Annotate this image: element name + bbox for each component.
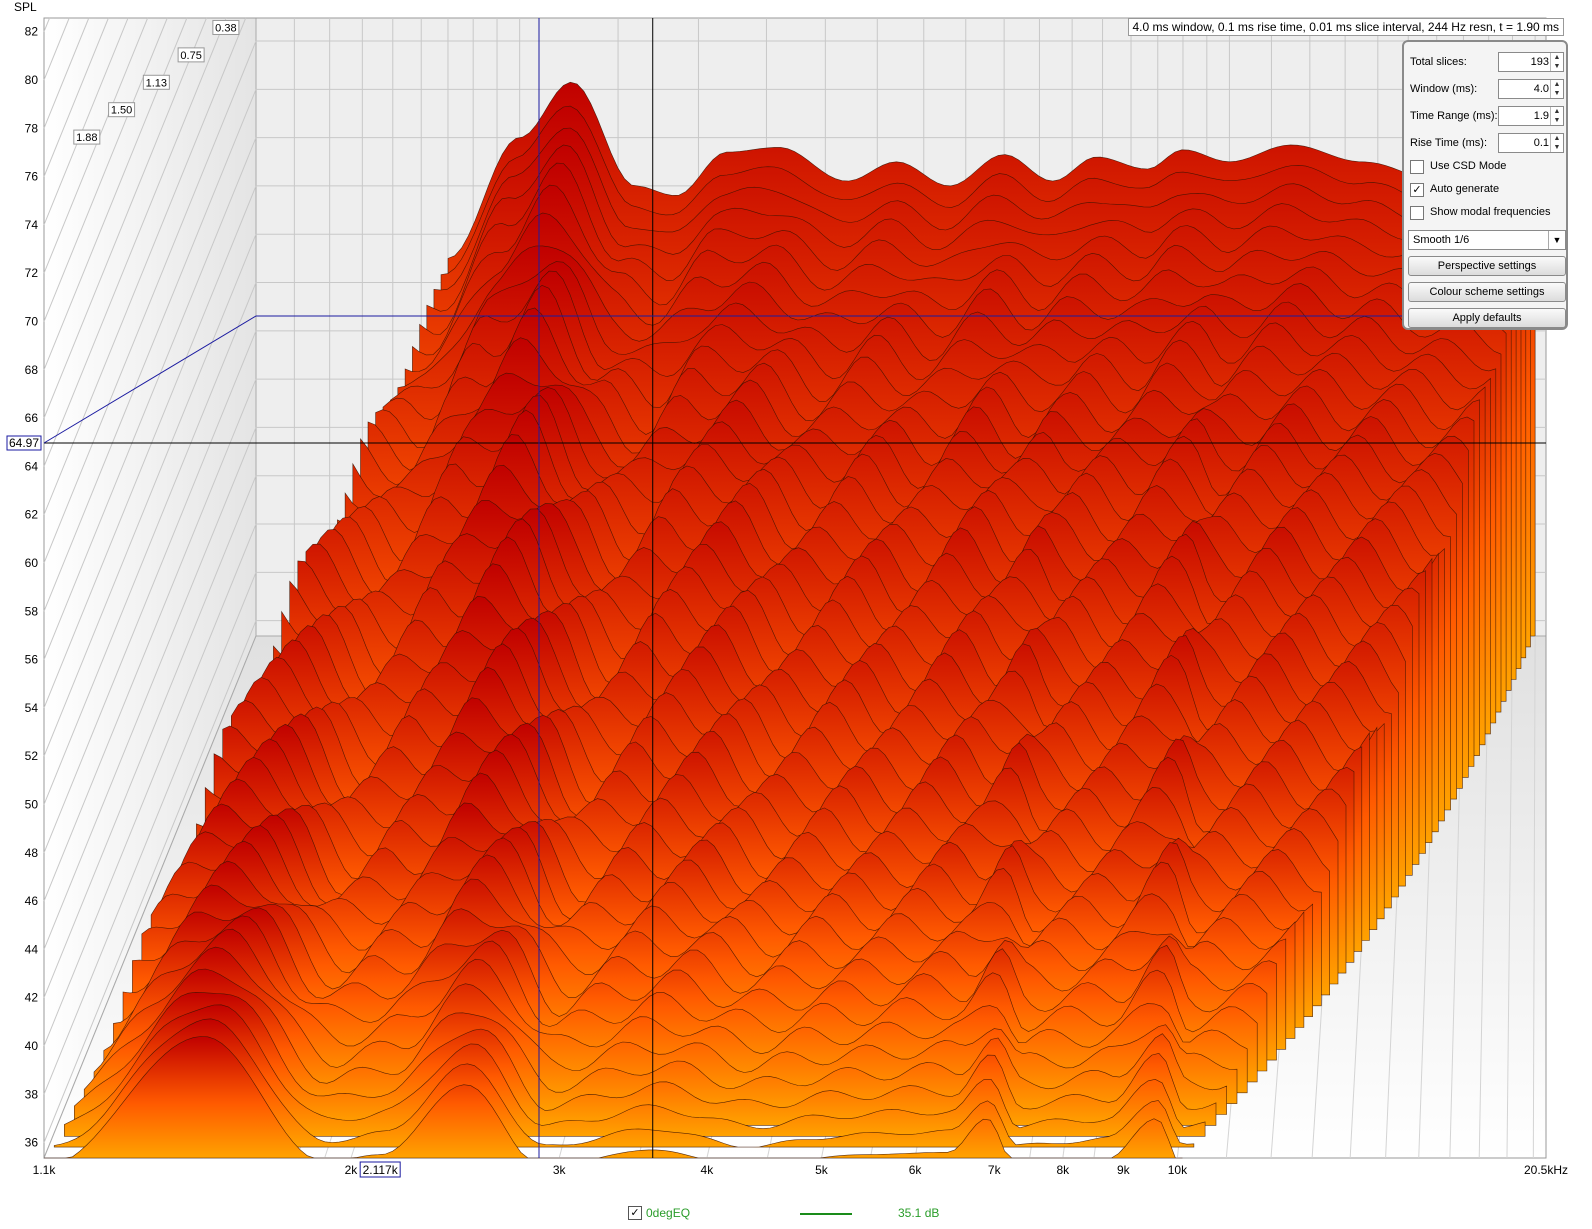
x-tick-label: 3k [553, 1163, 567, 1177]
y-tick-label: 72 [25, 266, 39, 280]
time-label: 1.50 [108, 102, 136, 118]
total-slices-value[interactable]: 193 [1531, 56, 1549, 68]
chevron-down-icon[interactable]: ▼ [1548, 231, 1565, 249]
info-bar: 4.0 ms window, 0.1 ms rise time, 0.01 ms… [1127, 18, 1564, 36]
perspective-settings-button[interactable]: Perspective settings [1408, 256, 1566, 276]
time-label-text: 1.13 [146, 77, 167, 89]
rise-time-row: Rise Time (ms): 0.1 ▲ ▼ [1410, 133, 1566, 155]
y-tick-label: 54 [25, 701, 39, 715]
auto-generate-label: Auto generate [1430, 183, 1500, 195]
show-modal-checkbox[interactable]: Show modal frequencies [1410, 205, 1566, 223]
use-csd-label: Use CSD Mode [1430, 160, 1507, 172]
legend: ✓ 0degEQ 35.1 dB [628, 1206, 968, 1224]
total-slices-row: Total slices: 193 ▲ ▼ [1410, 52, 1566, 74]
time-label-text: 1.88 [76, 132, 97, 144]
window-value[interactable]: 4.0 [1534, 83, 1549, 95]
apply-defaults-button[interactable]: Apply defaults [1408, 308, 1566, 328]
show-modal-label: Show modal frequencies [1430, 206, 1551, 218]
y-tick-label: 80 [25, 73, 39, 87]
x-tick-label: 9k [1117, 1163, 1131, 1177]
y-tick-label: 62 [25, 508, 39, 522]
window-label: Window (ms): [1410, 83, 1478, 95]
spinner-arrows-icon[interactable]: ▲ ▼ [1550, 53, 1563, 71]
control-panel: Total slices: 193 ▲ ▼ Window (ms): 4.0 ▲ ▼… [1402, 40, 1568, 330]
waterfall-chart[interactable]: 82 80 78 76 74 72 70 68 66 64 62 60 58 56 54 52 50 48 46 44… [0, 0, 1592, 1229]
spinner-arrows-icon[interactable]: ▲ ▼ [1550, 107, 1563, 125]
y-tick-label: 36 [25, 1136, 39, 1150]
total-slices-label: Total slices: [1410, 56, 1467, 68]
legend-series-name: 0degEQ [646, 1206, 691, 1220]
y-tick-label: 48 [25, 846, 39, 860]
x-tick-label: 7k [988, 1163, 1002, 1177]
y-tick-label: 44 [25, 942, 39, 956]
time-range-label: Time Range (ms): [1410, 110, 1498, 122]
smoothing-value[interactable]: Smooth 1/6 [1413, 234, 1469, 246]
rise-time-spinner[interactable]: 0.1 ▲ ▼ [1498, 133, 1564, 153]
cursor-spl-label-text: 64.97 [9, 436, 39, 450]
rise-time-value[interactable]: 0.1 [1534, 137, 1549, 149]
cursor-freq-label: 2.117k [359, 1161, 401, 1178]
x-tick-label: 20.5kHz [1524, 1163, 1568, 1177]
time-label: 0.75 [177, 47, 205, 63]
y-tick-label: 64 [25, 459, 39, 473]
y-tick-label: 58 [25, 604, 39, 618]
y-tick-label: 74 [25, 218, 39, 232]
y-tick-label: 52 [25, 749, 39, 763]
y-tick-label: 42 [25, 991, 39, 1005]
time-label-text: 1.50 [111, 105, 132, 117]
y-tick-label: 78 [25, 121, 39, 135]
y-tick-label: 76 [25, 170, 39, 184]
legend-checkbox[interactable]: ✓ [628, 1206, 642, 1220]
y-tick-label: 66 [25, 411, 39, 425]
cursor-spl-label: 64.97 [6, 435, 42, 451]
y-tick-label: 60 [25, 556, 39, 570]
spinner-arrows-icon[interactable]: ▲ ▼ [1550, 134, 1563, 152]
time-label-text: 0.38 [215, 22, 236, 34]
legend-line-swatch [800, 1213, 852, 1215]
y-tick-label: 68 [25, 363, 39, 377]
y-tick-label: 82 [25, 25, 39, 39]
cursor-freq-label-text: 2.117k [363, 1163, 399, 1177]
colour-scheme-settings-button[interactable]: Colour scheme settings [1408, 282, 1566, 302]
time-label: 1.88 [73, 129, 101, 145]
y-tick-label: 50 [25, 798, 39, 812]
rise-time-label: Rise Time (ms): [1410, 137, 1487, 149]
use-csd-checkbox[interactable]: Use CSD Mode [1410, 159, 1566, 177]
smoothing-select[interactable]: Smooth 1/6 ▼ [1408, 230, 1566, 250]
y-tick-label: 40 [25, 1039, 39, 1053]
total-slices-spinner[interactable]: 193 ▲ ▼ [1498, 52, 1564, 72]
time-range-row: Time Range (ms): 1.9 ▲ ▼ [1410, 106, 1566, 128]
x-tick-label: 6k [909, 1163, 923, 1177]
y-tick-label: 46 [25, 894, 39, 908]
time-label: 1.13 [142, 74, 170, 90]
legend-level: 35.1 dB [898, 1206, 940, 1220]
y-tick-label: 70 [25, 315, 39, 329]
y-axis-title: SPL [14, 0, 37, 14]
auto-generate-box[interactable]: ✓ [1410, 183, 1424, 197]
time-label-text: 0.75 [180, 50, 201, 62]
window-spinner[interactable]: 4.0 ▲ ▼ [1498, 79, 1564, 99]
x-tick-label: 1.1k [33, 1163, 57, 1177]
time-label: 0.38 [212, 19, 240, 35]
show-modal-box[interactable] [1410, 206, 1424, 220]
window-row: Window (ms): 4.0 ▲ ▼ [1410, 79, 1566, 101]
time-range-value[interactable]: 1.9 [1534, 110, 1549, 122]
x-tick-label: 10k [1168, 1163, 1188, 1177]
time-range-spinner[interactable]: 1.9 ▲ ▼ [1498, 106, 1564, 126]
x-tick-label: 2k [345, 1163, 359, 1177]
y-tick-label: 56 [25, 653, 39, 667]
x-tick-label: 5k [815, 1163, 829, 1177]
y-tick-label: 38 [25, 1087, 39, 1101]
auto-generate-checkbox[interactable]: ✓ Auto generate [1410, 182, 1566, 200]
use-csd-box[interactable] [1410, 160, 1424, 174]
x-tick-label: 4k [701, 1163, 715, 1177]
spinner-arrows-icon[interactable]: ▲ ▼ [1550, 80, 1563, 98]
x-tick-label: 8k [1056, 1163, 1070, 1177]
